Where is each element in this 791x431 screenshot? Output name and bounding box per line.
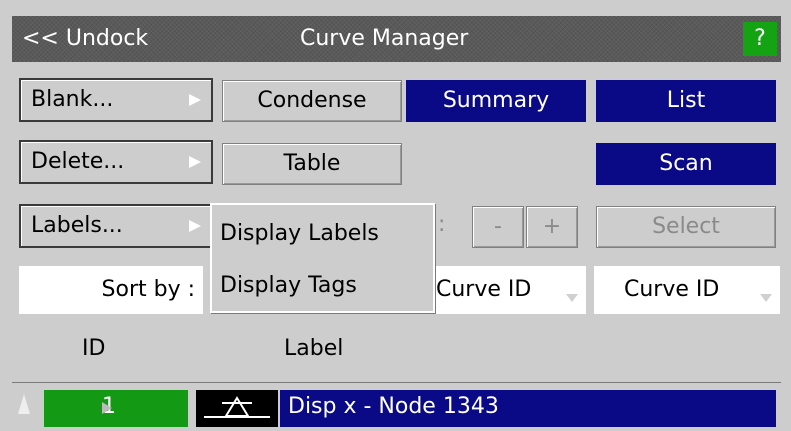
title-bar: << Undock Curve Manager ?: [12, 16, 781, 62]
row-label-value: Disp x - Node 1343: [288, 394, 499, 419]
sort-order-value: Curve ID: [624, 277, 720, 302]
sort-field-value: Curve ID: [436, 277, 532, 302]
menu-item-display-tags[interactable]: Display Tags: [220, 273, 357, 298]
chevron-down-icon: [566, 294, 578, 302]
blank-label: Blank...: [31, 87, 114, 112]
undock-button[interactable]: << Undock: [22, 16, 148, 62]
row-arrow-icon: [102, 402, 112, 414]
sort-field-select[interactable]: Curve ID: [410, 266, 586, 314]
scan-button[interactable]: Scan: [596, 143, 776, 185]
sort-order-select[interactable]: Curve ID: [594, 266, 780, 314]
select-button[interactable]: Select: [596, 206, 776, 248]
plus-button[interactable]: +: [526, 206, 578, 248]
table-button[interactable]: Table: [222, 143, 402, 185]
delete-menu-button[interactable]: Delete...: [19, 140, 213, 184]
submenu-arrow-icon: [189, 220, 201, 232]
list-button[interactable]: List: [596, 80, 776, 122]
column-header-label[interactable]: Label: [284, 336, 343, 361]
row-visibility-icon[interactable]: [18, 394, 30, 414]
menu-item-display-labels[interactable]: Display Labels: [220, 221, 379, 246]
summary-button[interactable]: Summary: [406, 80, 586, 122]
sort-by-label: Sort by :: [19, 266, 203, 314]
help-button[interactable]: ?: [743, 22, 777, 56]
labels-menu-button[interactable]: Labels...: [19, 204, 213, 248]
window-title: Curve Manager: [300, 26, 469, 51]
chevron-down-icon: [760, 294, 772, 302]
labels-label: Labels...: [31, 213, 123, 238]
curve-style-icon[interactable]: [196, 390, 278, 427]
submenu-arrow-icon: [189, 94, 201, 106]
partial-colon: :: [438, 212, 446, 237]
minus-button[interactable]: -: [472, 206, 524, 248]
delete-label: Delete...: [31, 149, 125, 174]
column-header-id[interactable]: ID: [82, 336, 105, 361]
condense-button[interactable]: Condense: [222, 80, 402, 122]
table-row-id-cell[interactable]: 1: [44, 390, 188, 427]
submenu-arrow-icon: [189, 156, 201, 168]
blank-menu-button[interactable]: Blank...: [19, 78, 213, 122]
labels-popup-menu: Display Labels Display Tags: [210, 203, 435, 313]
table-row-label-cell[interactable]: Disp x - Node 1343: [280, 390, 776, 427]
